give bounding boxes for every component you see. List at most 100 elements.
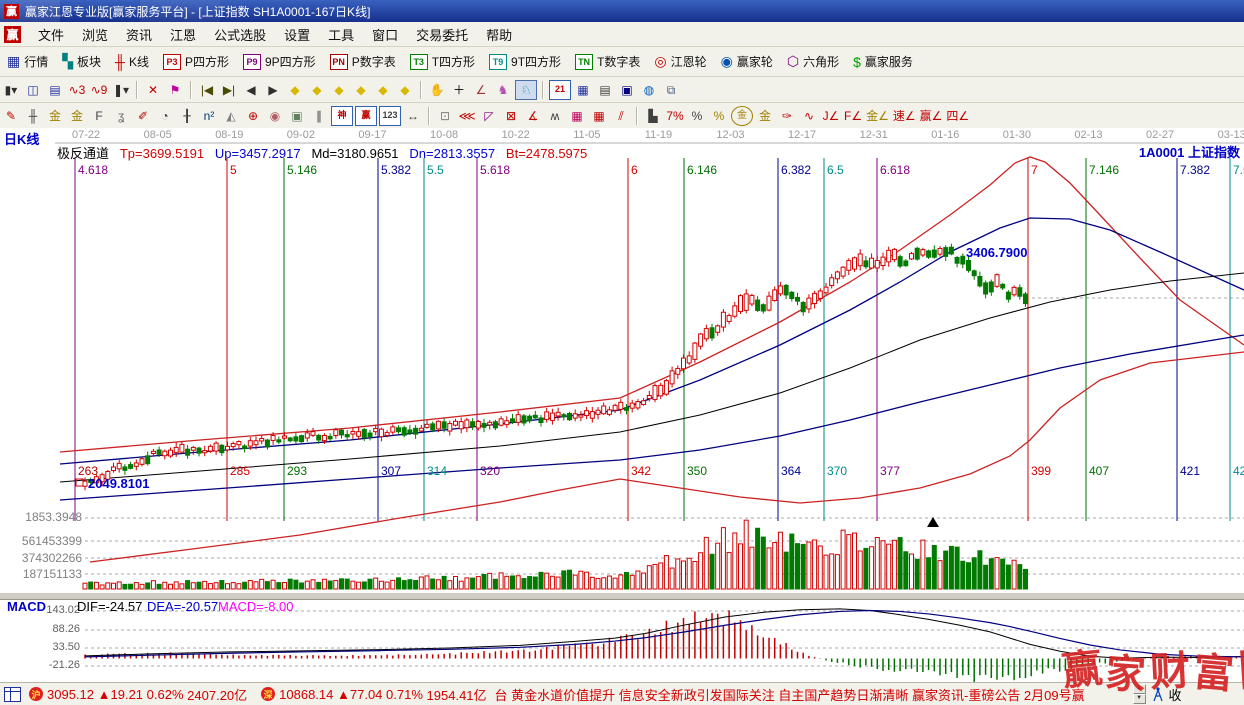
candle — [260, 439, 264, 441]
volume-bar — [972, 558, 976, 589]
volume-bar — [493, 579, 497, 589]
volume-bar — [687, 558, 691, 589]
candle — [927, 251, 931, 257]
volume-bar — [237, 584, 241, 589]
candle — [174, 447, 178, 452]
volume-bar — [744, 520, 748, 589]
gann-ratio-label: 6.146 — [687, 164, 717, 176]
candle — [830, 278, 834, 286]
candle — [539, 418, 543, 423]
volume-bar — [322, 579, 326, 589]
candle — [761, 305, 765, 311]
candle — [932, 250, 936, 257]
volume-bar — [801, 544, 805, 589]
volume-bar — [573, 575, 577, 589]
volume-bar — [676, 559, 680, 589]
candle — [756, 300, 760, 310]
candle — [345, 435, 349, 437]
volume-bar — [750, 547, 754, 589]
volume-bar — [642, 573, 646, 589]
volume-bar — [727, 552, 731, 589]
candle — [727, 316, 731, 322]
volume-bar — [169, 584, 173, 589]
gann-count-label: 285 — [230, 465, 250, 477]
volume-bar — [397, 578, 401, 589]
date-tick: 12-17 — [788, 130, 816, 141]
volume-bar — [528, 577, 532, 589]
volume-bar — [476, 577, 480, 589]
candle — [881, 257, 885, 265]
candle — [984, 283, 988, 294]
gann-ratio-label: 7.382 — [1180, 164, 1210, 176]
candle — [972, 271, 976, 276]
volume-bar — [300, 583, 304, 589]
sz-pct: 0.71% — [386, 687, 423, 702]
channel-line-up — [60, 218, 1244, 464]
candle — [243, 446, 247, 448]
candle — [317, 435, 321, 440]
candle — [357, 432, 361, 437]
volume-bar — [123, 584, 127, 589]
volume-bar — [368, 579, 372, 589]
candle — [807, 298, 811, 309]
candle — [636, 402, 640, 408]
volume-bar — [357, 582, 361, 589]
candle — [459, 422, 463, 429]
candle — [670, 371, 674, 384]
axis-value-label: 1853.3948 — [0, 511, 82, 523]
candle — [533, 415, 537, 418]
candle — [123, 467, 127, 470]
volume-bar — [568, 570, 572, 589]
candle — [471, 422, 475, 427]
volume-bar — [625, 572, 629, 589]
candle — [853, 258, 857, 269]
candle — [414, 428, 418, 434]
volume-bar — [562, 571, 566, 589]
volume-bar — [1006, 565, 1010, 589]
candle — [915, 248, 919, 259]
volume-bar — [1018, 565, 1022, 589]
volume-bar — [773, 543, 777, 589]
macd-dea-value: DEA=-20.57 — [147, 600, 218, 613]
volume-bar — [1024, 569, 1028, 589]
candle — [739, 296, 743, 312]
candle — [140, 459, 144, 465]
volume-bar — [436, 580, 440, 589]
quote-grid-icon[interactable] — [4, 687, 21, 702]
volume-bar — [317, 582, 321, 589]
sz-amount: 1954.41亿 — [427, 685, 487, 704]
gann-count-label: 342 — [631, 465, 651, 477]
candle — [482, 423, 486, 427]
volume-bar — [944, 551, 948, 589]
volume-bar — [83, 583, 87, 589]
candle — [180, 444, 184, 452]
price-callout-label: 2049.8101 — [88, 477, 149, 490]
gann-count-label: 307 — [381, 465, 401, 477]
candle — [271, 436, 275, 441]
news-ticker[interactable]: 台 黄金水道价值提升 信息安全新政引发国际关注 自主国产趋势日渐清晰 赢家资讯-… — [495, 685, 1131, 704]
gann-ratio-label: 5.146 — [287, 164, 317, 176]
candle — [499, 419, 503, 425]
volume-bar — [910, 554, 914, 589]
candle — [813, 293, 817, 303]
volume-bar — [824, 555, 828, 589]
candle — [949, 247, 953, 254]
date-tick: 02-13 — [1074, 130, 1102, 141]
candle — [784, 285, 788, 295]
candle — [967, 261, 971, 271]
candle — [408, 430, 412, 433]
candle — [265, 440, 269, 447]
candle — [214, 443, 218, 451]
volume-bar — [522, 579, 526, 589]
volume-bar — [499, 573, 503, 589]
date-tick: 09-17 — [358, 130, 386, 141]
macd-scale-label: 33.50 — [0, 642, 80, 653]
volume-bar — [505, 576, 509, 589]
volume-bar — [1012, 560, 1016, 589]
pane-label-daily-k: 日K线 — [4, 133, 39, 146]
volume-bar — [898, 538, 902, 589]
volume-bar — [921, 540, 925, 589]
candle — [511, 419, 515, 422]
candle — [693, 343, 697, 359]
volume-bar — [186, 581, 190, 589]
